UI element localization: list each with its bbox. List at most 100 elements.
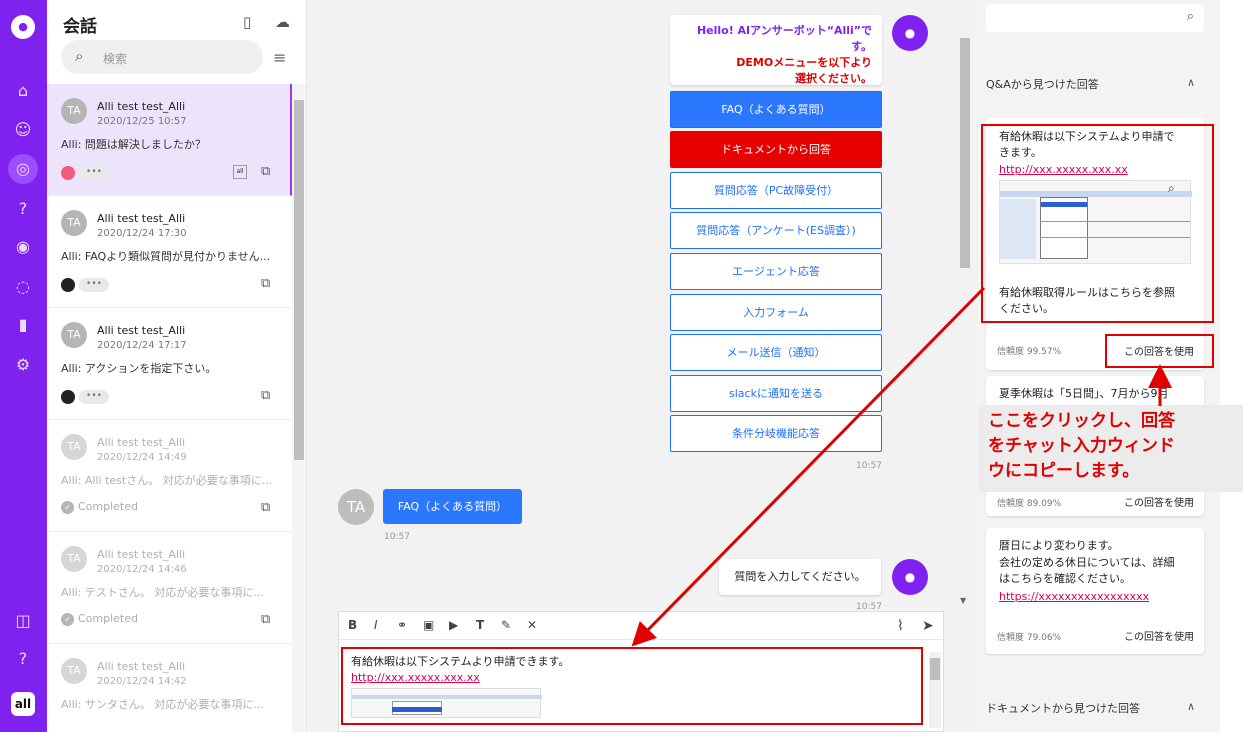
bar-chart-icon[interactable]: ▮ (12, 314, 34, 336)
conversation-preview: Alli: FAQより類似質問が見付かりません... (61, 250, 271, 263)
gift-icon[interactable]: ◫ (12, 610, 34, 632)
menu-survey-button[interactable]: 質問応答（アンケート(ES調査）) (670, 212, 882, 249)
answer-text: 会社の定める休日については、詳細 (999, 556, 1175, 569)
conversation-item[interactable]: TA Alli test test_Alli 2020/12/25 10:57 … (47, 84, 292, 196)
conversation-date: 2020/12/24 17:17 (97, 340, 187, 351)
conversation-preview: Alli: アクションを指定下さい。 (61, 362, 217, 375)
answer-card: 暦日により変わります。 会社の定める休日については、詳細 はこちらを確認ください… (986, 528, 1204, 654)
bot-icon (61, 166, 75, 180)
answer-text: はこちらを確認ください。 (999, 572, 1131, 585)
chevron-up-icon[interactable]: ∧ (1187, 76, 1195, 89)
bot-avatar: ● (892, 15, 928, 51)
help-icon[interactable]: ? (12, 648, 34, 670)
scroll-down-icon[interactable]: ▼ (960, 596, 966, 605)
menu-branch-button[interactable]: 条件分岐機能応答 (670, 415, 882, 452)
menu-document-button[interactable]: ドキュメントから回答 (670, 131, 882, 168)
more-dots[interactable]: ••• (79, 390, 109, 404)
menu-faq-button[interactable]: FAQ（よくある質問） (670, 91, 882, 128)
answer-search[interactable]: ⌕ (986, 4, 1204, 32)
search-chat-icon[interactable]: ◌ (12, 276, 34, 298)
question-icon[interactable]: ? (12, 198, 34, 220)
link-icon[interactable]: ⚭ (397, 618, 407, 632)
open-external-icon[interactable]: ⧉ (261, 388, 270, 403)
conversation-date: 2020/12/24 14:49 (97, 452, 187, 463)
screenshot-bar (352, 695, 542, 699)
menu-form-button[interactable]: 入力フォーム (670, 294, 882, 331)
editor-scrollbar[interactable] (929, 652, 941, 728)
greeting-line: Hello! AIアンサーボット“Alli”です。 (696, 24, 872, 53)
open-external-icon[interactable]: ⧉ (261, 612, 270, 627)
conversation-item[interactable]: TA Alli test test_Alli 2020/12/24 14:49 … (47, 420, 292, 532)
conversation-date: 2020/12/24 17:30 (97, 228, 187, 239)
conversation-name: Alli test test_Alli (97, 548, 186, 561)
home-icon[interactable]: ⌂ (12, 80, 34, 102)
conversation-item[interactable]: TA Alli test test_Alli 2020/12/24 17:30 … (47, 196, 292, 308)
image-icon[interactable]: ▣ (423, 618, 434, 632)
user-message: FAQ（よくある質問） (383, 489, 522, 524)
bold-icon[interactable]: B (348, 618, 357, 632)
bookmark-icon[interactable]: ▯ (243, 13, 251, 31)
document-section-title: ドキュメントから見つけた回答 (986, 702, 1140, 715)
search-icon: ⌕ (75, 47, 84, 65)
conversation-name: Alli test test_Alli (97, 660, 186, 673)
chevron-up-icon[interactable]: ∧ (1187, 700, 1195, 713)
conversation-list: 会話 ▯ ☁ ⌕ 検索 ≡ TA Alli test test_Alli 202… (47, 0, 307, 732)
conversation-item[interactable]: TA Alli test test_Alli 2020/12/24 14:42 … (47, 644, 292, 732)
bot-avatar: ● (892, 559, 928, 595)
use-answer-button[interactable]: この回答を使用 (1124, 494, 1194, 509)
avatar: TA (61, 98, 87, 124)
answer-text: 夏季休暇は「5日間」、7月から9月 (999, 387, 1169, 400)
avatar: TA (61, 434, 87, 460)
conversation-preview: Alli: Alli testさん。 対応が必要な事項に... (61, 474, 273, 487)
more-dots[interactable]: ••• (79, 166, 109, 180)
greeting-line: 選択ください。 (795, 72, 872, 85)
gear-icon[interactable]: ⚙ (12, 354, 34, 376)
more-dots[interactable]: ••• (79, 278, 109, 292)
conversation-scrollbar[interactable] (292, 84, 306, 732)
conversation-name: Alli test test_Alli (97, 436, 186, 449)
conversation-item[interactable]: TA Alli test test_Alli 2020/12/24 17:17 … (47, 308, 292, 420)
scrollbar-thumb[interactable] (960, 38, 970, 268)
menu-agent-button[interactable]: エージェント応答 (670, 253, 882, 290)
open-external-icon[interactable]: ⧉ (261, 500, 270, 515)
input-link[interactable]: http://xxx.xxxxx.xxx.xx (351, 671, 913, 684)
app-logo-icon[interactable]: ● (11, 15, 35, 39)
cloud-download-icon[interactable]: ☁ (275, 13, 290, 31)
answer-link[interactable]: https://xxxxxxxxxxxxxxxxx (999, 590, 1149, 603)
workspace-badge[interactable]: all (11, 692, 35, 716)
chat-scrollbar[interactable]: ▼ (958, 0, 972, 610)
target-icon[interactable]: ◉ (12, 236, 34, 258)
menu-slack-button[interactable]: slackに通知を送る (670, 375, 882, 412)
bot-prompt: 質問を入力してください。 (719, 559, 881, 595)
conversation-item[interactable]: TA Alli test test_Alli 2020/12/24 14:46 … (47, 532, 292, 644)
highlight-use-button-box (1105, 334, 1214, 368)
scrollbar-thumb[interactable] (930, 658, 940, 680)
send-icon[interactable]: ➤ (922, 618, 934, 634)
use-answer-button[interactable]: この回答を使用 (1124, 628, 1194, 643)
all-badge-icon: all (233, 165, 247, 179)
open-external-icon[interactable]: ⧉ (261, 164, 270, 179)
message-input[interactable]: 有給休暇は以下システムより申請できます。 http://xxx.xxxxx.xx… (341, 647, 923, 725)
filter-icon[interactable]: ≡ (273, 48, 286, 67)
message-time: 10:57 (856, 461, 882, 471)
open-external-icon[interactable]: ⧉ (261, 276, 270, 291)
text-size-icon[interactable]: T (476, 618, 484, 632)
annotation-line: ここをクリックし、回答 (988, 411, 1175, 431)
clear-format-icon[interactable]: ✕ (527, 618, 537, 632)
chat-icon[interactable]: ◎ (8, 154, 38, 184)
user-icon[interactable]: ☺ (12, 119, 34, 141)
message-time: 10:57 (384, 532, 410, 542)
conversation-search[interactable]: ⌕ 検索 (61, 40, 263, 74)
scrollbar-thumb[interactable] (294, 100, 304, 460)
color-picker-icon[interactable]: ✎ (501, 618, 511, 632)
attach-icon[interactable]: ⌇ (897, 618, 904, 634)
confidence-label: 信頼度 89.09% (997, 499, 1062, 509)
format-toolbar: B I ⚭ ▣ ▶ T ✎ ✕ ⌇ ➤ (339, 612, 945, 640)
menu-pc-support-button[interactable]: 質問応答（PC故障受付） (670, 172, 882, 209)
video-icon[interactable]: ▶ (449, 618, 458, 632)
menu-mail-button[interactable]: メール送信（通知） (670, 334, 882, 371)
annotation-callout: ここをクリックし、回答 をチャット入力ウィンド ウにコピーします。 (978, 405, 1243, 492)
italic-icon[interactable]: I (374, 618, 378, 632)
annotation-line: をチャット入力ウィンド (988, 436, 1175, 456)
pasted-screenshot (351, 688, 542, 718)
